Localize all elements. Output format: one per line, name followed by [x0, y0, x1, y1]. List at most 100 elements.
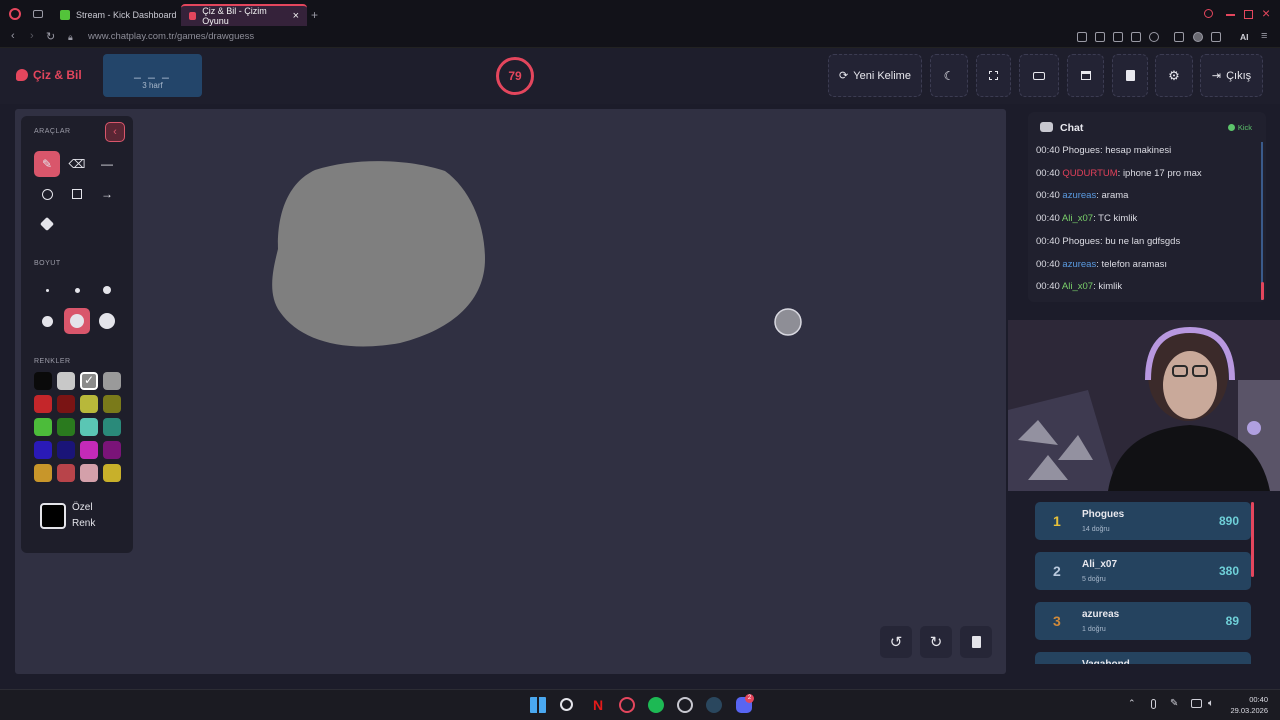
new-tab-icon[interactable]: + — [311, 8, 318, 22]
size-section-label: BOYUT — [34, 260, 61, 267]
reload-icon[interactable]: ↻ — [46, 30, 55, 43]
eraser-tool-button[interactable]: ⌫ — [64, 151, 90, 177]
adblock-icon[interactable] — [1113, 32, 1123, 42]
redo-button[interactable]: ↻ — [920, 626, 952, 658]
color-swatch[interactable] — [80, 441, 98, 459]
message-user[interactable]: Ali_x07 — [1062, 213, 1093, 224]
chat-message: 00:40 Ali_x07: TC kimlik — [1036, 213, 1137, 224]
spotify-icon[interactable] — [648, 697, 664, 713]
size-dot-icon — [103, 286, 111, 294]
color-swatch[interactable] — [34, 441, 52, 459]
menu-icon[interactable]: ≡ — [1261, 30, 1267, 42]
size-1-button[interactable] — [34, 277, 60, 303]
brand[interactable]: Çiz & Bil — [16, 68, 82, 82]
chrome-icon[interactable] — [677, 697, 693, 713]
netflix-icon[interactable]: N — [590, 697, 606, 713]
color-swatch[interactable] — [34, 418, 52, 436]
url-field[interactable]: www.chatplay.com.tr/games/drawguess — [88, 31, 254, 42]
color-swatch[interactable] — [57, 372, 75, 390]
bookmark-icon[interactable] — [1077, 32, 1087, 42]
opera-logo-icon[interactable] — [9, 8, 21, 20]
new-word-button[interactable]: ⟳ Yeni Kelime — [828, 54, 922, 97]
message-user[interactable]: azureas — [1062, 190, 1096, 201]
tray-chevron-icon[interactable]: ⌃ — [1128, 698, 1136, 709]
color-swatch[interactable] — [80, 395, 98, 413]
color-swatch[interactable] — [57, 464, 75, 482]
heart-icon[interactable] — [1149, 32, 1159, 42]
circle-tool-button[interactable] — [34, 181, 60, 207]
rectangle-tool-button[interactable] — [64, 181, 90, 207]
maximize-icon[interactable] — [1244, 10, 1253, 19]
drawing-canvas[interactable] — [15, 109, 1006, 674]
ai-button[interactable]: AI — [1240, 32, 1249, 42]
arrow-tool-button[interactable]: → — [94, 181, 120, 207]
color-swatch[interactable] — [34, 395, 52, 413]
snapshot-icon[interactable] — [1095, 32, 1105, 42]
color-swatch[interactable] — [57, 418, 75, 436]
leaderboard-row: 2 Ali_x07 5 doğru 380 — [1035, 552, 1251, 590]
clear-canvas-button[interactable] — [1112, 54, 1148, 97]
color-swatch[interactable] — [34, 464, 52, 482]
close-window-icon[interactable]: × — [1262, 5, 1270, 21]
clock[interactable]: 00:40 29.03.2026 — [1230, 694, 1268, 716]
extensions-icon[interactable] — [1174, 32, 1184, 42]
pen-icon[interactable]: ✎ — [1170, 698, 1178, 709]
profile-avatar-icon[interactable] — [1193, 32, 1203, 42]
tab-ciz-bil[interactable]: Çiz & Bil - Çizim Oyunu × — [181, 4, 307, 26]
size-4-button[interactable] — [34, 308, 60, 334]
color-swatch[interactable] — [103, 395, 121, 413]
size-6-button[interactable] — [94, 308, 120, 334]
tab-kick-dashboard[interactable]: Stream - Kick Dashboard — [52, 4, 185, 26]
fill-tool-button[interactable] — [34, 211, 60, 237]
chat-scrollbar-thumb[interactable] — [1261, 282, 1264, 300]
color-swatch[interactable] — [80, 418, 98, 436]
color-swatch[interactable] — [57, 441, 75, 459]
delete-drawing-button[interactable] — [960, 626, 992, 658]
leaderboard-scrollbar[interactable] — [1251, 502, 1254, 577]
steam-icon[interactable] — [706, 697, 722, 713]
message-user[interactable]: Phogues — [1062, 145, 1100, 156]
color-swatch[interactable] — [80, 464, 98, 482]
size-2-button[interactable] — [64, 277, 90, 303]
back-icon[interactable]: ‹ — [11, 30, 15, 42]
search-tabs-icon[interactable] — [1204, 9, 1213, 18]
color-swatch[interactable] — [103, 441, 121, 459]
size-3-button[interactable] — [94, 277, 120, 303]
color-swatch[interactable]: ✓ — [80, 372, 98, 390]
brush-tool-button[interactable]: ✎ — [34, 151, 60, 177]
settings-button[interactable]: ⚙ — [1155, 54, 1193, 97]
message-user[interactable]: azureas — [1062, 259, 1096, 270]
custom-color-swatch[interactable] — [40, 503, 66, 529]
message-user[interactable]: Ali_x07 — [1062, 281, 1093, 292]
minimize-icon[interactable] — [1226, 14, 1235, 16]
color-swatch[interactable] — [103, 464, 121, 482]
color-swatch[interactable] — [57, 395, 75, 413]
exit-button[interactable]: ⇥ Çıkış — [1200, 54, 1263, 97]
message-time: 00:40 — [1036, 281, 1060, 293]
network-icon[interactable] — [1191, 699, 1202, 708]
color-swatch[interactable] — [103, 372, 121, 390]
color-swatch[interactable] — [34, 372, 52, 390]
vpn-icon[interactable] — [1131, 32, 1141, 42]
chat-scrollbar[interactable] — [1261, 142, 1263, 300]
workspaces-icon[interactable] — [33, 10, 43, 18]
dark-mode-button[interactable]: ☾ — [930, 54, 968, 97]
size-5-button[interactable] — [64, 308, 90, 334]
undo-button[interactable]: ↺ — [880, 626, 912, 658]
volume-icon[interactable]: 🔈︎ — [1208, 698, 1214, 709]
fullscreen-button[interactable] — [976, 54, 1011, 97]
color-swatch[interactable] — [103, 418, 121, 436]
windows-start-icon[interactable] — [530, 697, 546, 713]
archive-button[interactable] — [1067, 54, 1104, 97]
keyboard-button[interactable] — [1019, 54, 1059, 97]
microphone-icon[interactable] — [1151, 699, 1156, 709]
line-tool-button[interactable]: — — [94, 151, 120, 177]
opera-gx-icon[interactable] — [619, 697, 635, 713]
close-tab-icon[interactable]: × — [293, 10, 299, 22]
message-user[interactable]: Phogues — [1062, 236, 1100, 247]
search-icon[interactable] — [560, 698, 573, 711]
collapse-panel-button[interactable]: ‹ — [105, 122, 125, 142]
message-user[interactable]: QUDURTUM — [1062, 168, 1117, 179]
download-icon[interactable] — [1211, 32, 1221, 42]
forward-icon[interactable]: › — [30, 30, 34, 42]
